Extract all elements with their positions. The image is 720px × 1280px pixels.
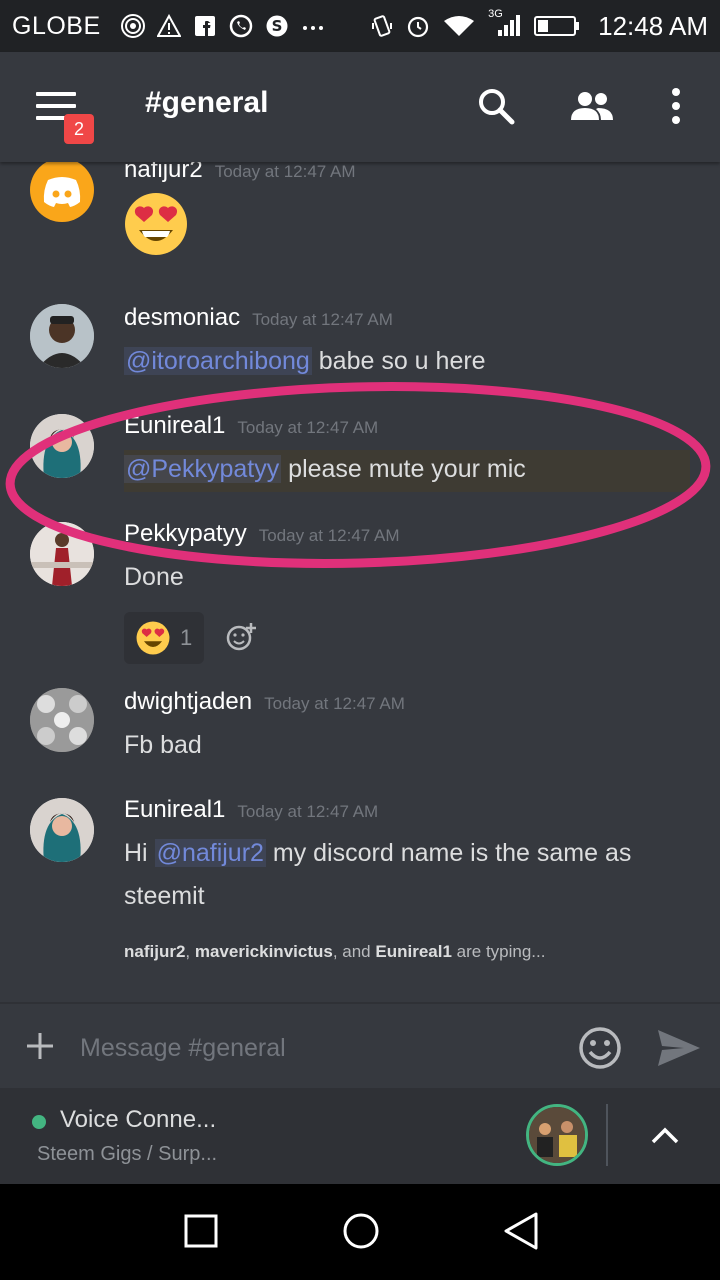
recent-apps-icon[interactable] bbox=[180, 1210, 224, 1254]
skype-icon: S bbox=[265, 14, 289, 38]
voice-status-title: Voice Conne... bbox=[60, 1106, 217, 1133]
warning-icon bbox=[156, 14, 181, 38]
carrier-name: GLOBE bbox=[12, 11, 101, 40]
message-timestamp: Today at 12:47 AM bbox=[252, 310, 393, 329]
back-icon[interactable] bbox=[500, 1210, 544, 1254]
message-content: Hi @nafijur2 my discord name is the same… bbox=[124, 839, 632, 910]
home-icon[interactable] bbox=[340, 1210, 384, 1254]
members-icon[interactable] bbox=[568, 86, 616, 126]
message-author[interactable]: Pekkypatyy Today at 12:47 AM bbox=[124, 520, 400, 548]
message-content: Fb bad bbox=[124, 731, 202, 759]
emoji-icon[interactable] bbox=[578, 1026, 622, 1070]
add-reaction-icon[interactable] bbox=[226, 622, 256, 652]
heart-eyes-emoji bbox=[136, 621, 170, 655]
user-mention[interactable]: @Pekkypatyy bbox=[124, 455, 282, 483]
search-icon[interactable] bbox=[476, 86, 516, 126]
system-icons: 3G 12:48 AM bbox=[370, 8, 708, 42]
message-timestamp: Today at 12:47 AM bbox=[237, 418, 379, 437]
plus-icon[interactable] bbox=[24, 1030, 56, 1062]
reaction-button[interactable]: 1 bbox=[124, 612, 204, 664]
message-content: Done bbox=[124, 563, 184, 591]
network-type-label: 3G bbox=[488, 8, 503, 20]
discord-logo-icon bbox=[43, 177, 81, 207]
voice-channel-name: Steem Gigs / Surp... bbox=[37, 1143, 218, 1165]
voice-connection-bar[interactable]: Voice Conne... Steem Gigs / Surp... bbox=[0, 1088, 720, 1184]
status-bar: GLOBE S 3G 12:48 AM bbox=[0, 0, 720, 52]
message-author[interactable]: Eunireal1 Today at 12:47 AM bbox=[124, 412, 378, 440]
more-options-icon[interactable] bbox=[662, 86, 690, 126]
whatsapp-icon bbox=[229, 14, 253, 38]
facebook-icon bbox=[193, 14, 217, 38]
message-author[interactable]: dwightjaden Today at 12:47 AM bbox=[124, 688, 405, 716]
alarm-icon bbox=[406, 14, 430, 38]
reaction-count: 1 bbox=[180, 625, 193, 650]
avatar[interactable] bbox=[30, 522, 94, 586]
typing-indicator: nafijur2, maverickinvictus, and Eunireal… bbox=[124, 942, 546, 961]
avatar[interactable] bbox=[30, 304, 94, 368]
page-title: #general bbox=[145, 86, 269, 119]
message-composer bbox=[0, 1002, 720, 1088]
message-timestamp: Today at 12:47 AM bbox=[237, 802, 379, 821]
system-navigation-bar bbox=[0, 1184, 720, 1280]
message-author[interactable]: nafijur2 Today at 12:47 AM bbox=[124, 162, 356, 184]
unread-badge: 2 bbox=[64, 114, 94, 144]
user-mention[interactable]: @nafijur2 bbox=[154, 839, 266, 867]
avatar[interactable] bbox=[30, 688, 94, 752]
user-mention[interactable]: @itoroarchibong bbox=[124, 347, 312, 375]
message-timestamp: Today at 12:47 AM bbox=[258, 526, 400, 545]
connected-status-dot bbox=[32, 1115, 46, 1129]
notification-icons: S bbox=[120, 14, 325, 38]
channel-header: 2 #general bbox=[0, 52, 720, 162]
hotspot-icon bbox=[120, 14, 145, 38]
wifi-icon bbox=[442, 14, 476, 38]
message-author[interactable]: Eunireal1 Today at 12:47 AM bbox=[124, 796, 378, 824]
divider bbox=[606, 1104, 608, 1166]
message-timestamp: Today at 12:47 AM bbox=[214, 162, 356, 181]
avatar[interactable] bbox=[30, 162, 94, 222]
avatar[interactable] bbox=[30, 798, 94, 862]
avatar[interactable] bbox=[30, 414, 94, 478]
voice-server-avatar[interactable] bbox=[526, 1104, 588, 1166]
battery-icon bbox=[534, 14, 580, 38]
signal-icon: 3G bbox=[488, 8, 522, 38]
clock: 12:48 AM bbox=[598, 10, 708, 41]
message-content: @Pekkypatyy please mute your mic bbox=[124, 455, 526, 483]
send-icon[interactable] bbox=[656, 1028, 702, 1068]
message-content: @itoroarchibong babe so u here bbox=[124, 347, 486, 375]
more-dots-icon bbox=[301, 14, 325, 38]
svg-text:S: S bbox=[271, 17, 282, 35]
vibrate-icon bbox=[370, 14, 394, 38]
heart-eyes-emoji bbox=[124, 192, 188, 256]
message-timestamp: Today at 12:47 AM bbox=[264, 694, 405, 713]
message-author[interactable]: desmoniac Today at 12:47 AM bbox=[124, 304, 393, 332]
chevron-up-icon[interactable] bbox=[648, 1118, 682, 1152]
message-input[interactable] bbox=[80, 1026, 550, 1070]
message-list[interactable]: nafijur2 Today at 12:47 AM desmoniac Today… bbox=[0, 162, 720, 1002]
